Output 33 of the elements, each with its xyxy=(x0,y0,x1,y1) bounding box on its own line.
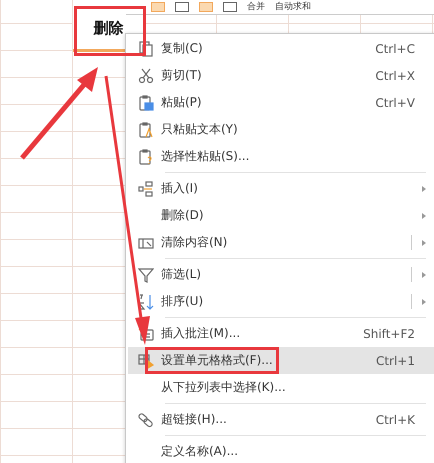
menu-item[interactable]: 筛选(L) xyxy=(128,256,434,288)
highlight-box xyxy=(74,6,146,56)
sort-icon xyxy=(138,294,154,310)
menu-item[interactable]: 选择性粘贴(S)... xyxy=(128,143,434,170)
submenu-arrow-icon xyxy=(422,186,426,192)
menu-item[interactable]: 超链接(H)... Ctrl+K xyxy=(128,401,434,433)
cell-format-icon xyxy=(138,352,154,368)
menu-item[interactable]: 从下拉列表中选择(K)... xyxy=(128,374,434,401)
menu-item[interactable]: 插入(I) xyxy=(128,170,434,202)
toolbar-label[interactable]: 自动求和 xyxy=(275,0,311,14)
copy-icon xyxy=(138,40,154,56)
insert-icon xyxy=(138,180,154,196)
scissors-icon xyxy=(138,68,154,84)
menu-item[interactable]: 插入批注(M)... Shift+F2 xyxy=(128,315,434,347)
menu-item[interactable]: 粘贴(P) Ctrl+V xyxy=(128,89,434,116)
submenu-arrow-icon xyxy=(422,272,426,278)
menu-item[interactable]: 只粘贴文本(Y) xyxy=(128,116,434,143)
toolbar-label[interactable]: 合并 xyxy=(247,0,265,14)
menu-item[interactable]: 排序(U) xyxy=(128,288,434,315)
filter-icon xyxy=(138,266,154,282)
clipboard-icon xyxy=(138,94,154,110)
menu-item[interactable]: 剪切(T) Ctrl+X xyxy=(128,62,434,89)
link-icon xyxy=(138,412,154,428)
cell-text: 删除 xyxy=(94,19,124,38)
menu-item[interactable]: 设置单元格格式(F)... Ctrl+1 xyxy=(128,347,434,374)
menu-item[interactable]: 定义名称(A)... xyxy=(128,433,434,463)
clipboard-question-icon xyxy=(138,148,154,164)
clipboard-text-icon xyxy=(138,122,154,138)
submenu-arrow-icon xyxy=(422,213,426,219)
menu-item[interactable]: 删除(D) xyxy=(128,202,434,229)
menu-item[interactable]: 清除内容(N) xyxy=(128,229,434,256)
submenu-arrow-icon xyxy=(422,240,426,246)
submenu-arrow-icon xyxy=(422,299,426,305)
